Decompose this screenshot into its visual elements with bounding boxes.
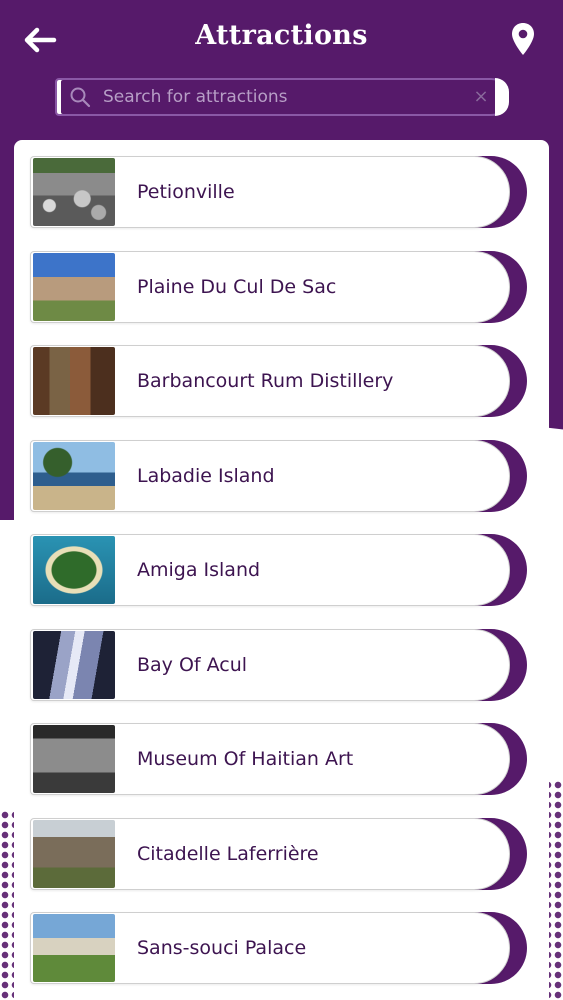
- clear-search-button[interactable]: ×: [471, 86, 491, 107]
- item-card[interactable]: Sans-souci Palace: [30, 912, 510, 984]
- item-card[interactable]: Amiga Island: [30, 534, 510, 606]
- item-card[interactable]: Museum Of Haitian Art: [30, 723, 510, 795]
- page-title: Attractions: [195, 20, 368, 51]
- location-button[interactable]: [505, 18, 541, 60]
- search-icon: [69, 86, 91, 108]
- item-card[interactable]: Petionville: [30, 156, 510, 228]
- bay-of-acul-photo: [33, 630, 115, 699]
- item-card[interactable]: Barbancourt Rum Distillery: [30, 345, 510, 417]
- item-card[interactable]: Citadelle Laferrière: [30, 817, 510, 890]
- item-label: Barbancourt Rum Distillery: [137, 370, 394, 392]
- item-card[interactable]: Plaine Du Cul De Sac: [30, 250, 510, 323]
- labadie-island-photo: [33, 441, 115, 510]
- search-input[interactable]: [103, 87, 507, 107]
- petionville-photo: [33, 158, 115, 226]
- item-label: Citadelle Laferrière: [137, 842, 319, 865]
- item-label: Plaine Du Cul De Sac: [137, 275, 337, 298]
- list-item[interactable]: Plaine Du Cul De Sac: [30, 250, 527, 323]
- list-item[interactable]: Amiga Island: [30, 534, 527, 606]
- item-label: Petionville: [137, 181, 235, 203]
- app-header: Attractions: [0, 0, 563, 80]
- item-label: Sans-souci Palace: [137, 937, 307, 959]
- item-card[interactable]: Bay Of Acul: [30, 628, 510, 701]
- attractions-list: Petionville Plaine Du Cul De Sac Barbanc…: [30, 156, 527, 1000]
- list-item[interactable]: Citadelle Laferrière: [30, 817, 527, 890]
- list-item[interactable]: Barbancourt Rum Distillery: [30, 345, 527, 417]
- item-label: Amiga Island: [137, 559, 261, 581]
- list-item[interactable]: Bay Of Acul: [30, 628, 527, 701]
- sans-souci-palace-photo: [33, 914, 115, 982]
- item-label: Bay Of Acul: [137, 653, 248, 676]
- citadelle-laferriere-photo: [33, 819, 115, 888]
- map-pin-icon: [512, 23, 534, 55]
- item-label: Museum Of Haitian Art: [137, 748, 354, 770]
- list-item[interactable]: Petionville: [30, 156, 527, 228]
- museum-of-haitian-art-photo: [33, 725, 115, 793]
- list-item[interactable]: Museum Of Haitian Art: [30, 723, 527, 795]
- plaine-du-cul-de-sac-photo: [33, 252, 115, 321]
- list-item[interactable]: Labadie Island: [30, 439, 527, 512]
- amiga-island-photo: [33, 536, 115, 604]
- item-card[interactable]: Labadie Island: [30, 439, 510, 512]
- barbancourt-rum-distillery-photo: [33, 347, 115, 415]
- list-item[interactable]: Sans-souci Palace: [30, 912, 527, 984]
- item-label: Labadie Island: [137, 464, 275, 487]
- attractions-panel: Petionville Plaine Du Cul De Sac Barbanc…: [14, 140, 549, 1000]
- search-bar: ×: [55, 78, 509, 116]
